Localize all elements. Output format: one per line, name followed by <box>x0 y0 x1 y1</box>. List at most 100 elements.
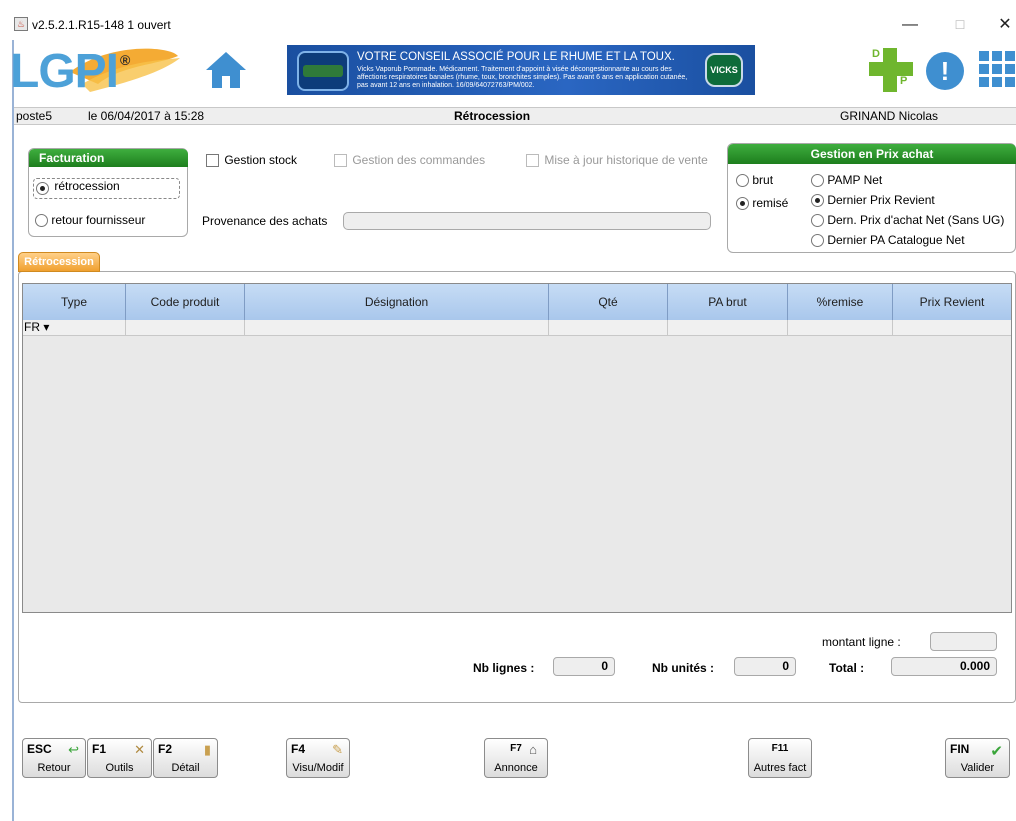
remise-cell[interactable] <box>788 320 893 336</box>
designation-cell[interactable] <box>245 320 549 336</box>
product-grid[interactable]: Type Code produit Désignation Qté PA bru… <box>22 283 1012 613</box>
advertising-banner[interactable]: VOTRE CONSEIL ASSOCIÉ POUR LE RHUME ET L… <box>287 45 755 95</box>
pamp-net-option[interactable]: PAMP Net <box>811 173 883 188</box>
f11-key-label: F11 <box>771 743 789 754</box>
montant-ligne-label: montant ligne : <box>822 635 901 649</box>
retrocession-radio[interactable] <box>36 182 49 195</box>
fin-valider-button[interactable]: FIN ✔ Valider <box>945 738 1010 778</box>
prix-revient-cell[interactable] <box>893 320 1011 336</box>
mise-a-jour-option[interactable]: Mise à jour historique de vente <box>526 153 708 168</box>
mise-a-jour-checkbox[interactable] <box>526 154 539 168</box>
prix-achat-panel: Gestion en Prix achat brut remisé PAMP N… <box>727 143 1016 253</box>
f7-annonce-button[interactable]: F7 ⌂ Annonce <box>484 738 548 778</box>
gestion-stock-checkbox[interactable] <box>206 154 219 168</box>
dernier-pa-catalogue-option[interactable]: Dernier PA Catalogue Net <box>811 233 965 248</box>
gestion-stock-option[interactable]: Gestion stock <box>206 153 298 168</box>
dernier-prix-revient-radio[interactable] <box>811 194 824 208</box>
dernier-prix-revient-option[interactable]: Dernier Prix Revient <box>811 193 935 208</box>
apps-grid-icon[interactable] <box>979 51 1015 89</box>
tab-retrocession[interactable]: Rétrocession <box>18 252 100 272</box>
workstation-label: poste5 <box>16 109 53 123</box>
logo-registered: ® <box>120 52 131 68</box>
f2-detail-button[interactable]: F2 ▮ Détail <box>153 738 218 778</box>
f7-key-label: F7 <box>510 743 522 754</box>
mise-a-jour-label: Mise à jour historique de vente <box>544 153 708 167</box>
pa-brut-cell[interactable] <box>668 320 788 336</box>
column-header-designation[interactable]: Désignation <box>245 284 549 320</box>
f1-outils-button[interactable]: F1 ✕ Outils <box>87 738 152 778</box>
column-header-qte[interactable]: Qté <box>549 284 668 320</box>
home-icon[interactable] <box>205 50 247 90</box>
pamp-net-label: PAMP Net <box>827 173 883 187</box>
session-info-bar: poste5 le 06/04/2017 à 15:28 Rétrocessio… <box>14 107 1016 125</box>
annonce-caption: Annonce <box>494 762 538 774</box>
total-label: Total : <box>829 661 865 675</box>
valider-caption: Valider <box>960 762 995 774</box>
gestion-commandes-checkbox[interactable] <box>334 154 347 168</box>
retour-fournisseur-radio[interactable] <box>35 214 48 228</box>
f1-key-label: F1 <box>92 742 107 756</box>
remise-option[interactable]: remisé <box>736 196 789 211</box>
gestion-commandes-label: Gestion des commandes <box>352 153 486 167</box>
dernier-prix-revient-label: Dernier Prix Revient <box>827 193 935 207</box>
nb-lignes-field: 0 <box>553 657 615 676</box>
column-header-type[interactable]: Type <box>23 284 126 320</box>
facturation-title: Facturation <box>29 149 188 167</box>
gestion-commandes-option[interactable]: Gestion des commandes <box>334 153 486 168</box>
pamp-net-radio[interactable] <box>811 174 824 188</box>
dern-prix-achat-net-radio[interactable] <box>811 214 824 228</box>
f4-key-label: F4 <box>291 742 306 756</box>
remise-radio[interactable] <box>736 197 749 211</box>
nb-unites-field: 0 <box>734 657 796 676</box>
dernier-pa-catalogue-radio[interactable] <box>811 234 824 248</box>
detail-caption: Détail <box>171 762 200 774</box>
maximize-button[interactable]: ☐ <box>945 14 975 36</box>
vicks-jar-image <box>297 51 349 91</box>
esc-retour-button[interactable]: ESC ↩ Retour <box>22 738 86 778</box>
retour-fournisseur-option[interactable]: retour fournisseur <box>35 213 145 228</box>
dernier-pa-catalogue-label: Dernier PA Catalogue Net <box>827 233 965 247</box>
visu-modif-caption: Visu/Modif <box>292 762 344 774</box>
code-produit-cell[interactable] <box>126 320 245 336</box>
dp-letter-d: D <box>872 48 880 60</box>
alert-icon[interactable]: ! <box>926 52 964 90</box>
f11-autres-fact-button[interactable]: F11 Autres fact <box>748 738 812 778</box>
brut-option[interactable]: brut <box>736 173 774 188</box>
autres-fact-caption: Autres fact <box>753 762 807 774</box>
f4-visu-modif-button[interactable]: F4 ✎ Visu/Modif <box>286 738 350 778</box>
nb-unites-label: Nb unités : <box>652 661 714 675</box>
java-app-icon: ♨ <box>14 17 28 31</box>
column-header-code-produit[interactable]: Code produit <box>126 284 245 320</box>
column-header-remise[interactable]: %remise <box>788 284 893 320</box>
vicks-logo: VICKS <box>705 53 743 87</box>
table-row[interactable]: FR ▾ <box>23 320 1011 336</box>
gestion-stock-label: Gestion stock <box>224 153 298 167</box>
outils-caption: Outils <box>105 762 134 774</box>
logo-text: LGPI <box>10 45 119 98</box>
facturation-panel: Facturation rétrocession retour fourniss… <box>28 148 188 237</box>
window-left-border <box>12 40 14 821</box>
prix-achat-title: Gestion en Prix achat <box>728 144 1016 164</box>
qte-cell[interactable] <box>549 320 668 336</box>
retour-caption: Retour <box>37 762 71 774</box>
minimize-button[interactable]: — <box>895 14 925 36</box>
brut-radio[interactable] <box>736 174 749 188</box>
retrocession-label: rétrocession <box>54 179 120 194</box>
dp-pharmacy-icon[interactable]: D P <box>869 48 913 92</box>
column-header-pa-brut[interactable]: PA brut <box>668 284 788 320</box>
dern-prix-achat-net-option[interactable]: Dern. Prix d'achat Net (Sans UG) <box>811 213 1004 228</box>
check-icon: ✔ <box>990 743 1003 760</box>
dp-letter-p: P <box>900 75 908 87</box>
screen-title: Rétrocession <box>454 109 531 123</box>
close-button[interactable]: ✕ <box>990 14 1016 36</box>
type-dropdown[interactable]: FR ▾ <box>23 320 126 336</box>
brut-label: brut <box>752 173 774 187</box>
retrocession-option[interactable]: rétrocession <box>33 178 180 199</box>
remise-label: remisé <box>752 196 789 210</box>
column-header-prix-revient[interactable]: Prix Revient <box>893 284 1011 320</box>
f2-key-label: F2 <box>158 742 173 756</box>
edit-icon: ✎ <box>332 742 343 757</box>
arrow-back-icon: ↩ <box>68 742 79 757</box>
montant-ligne-field <box>930 632 997 651</box>
provenance-input[interactable] <box>343 212 711 230</box>
